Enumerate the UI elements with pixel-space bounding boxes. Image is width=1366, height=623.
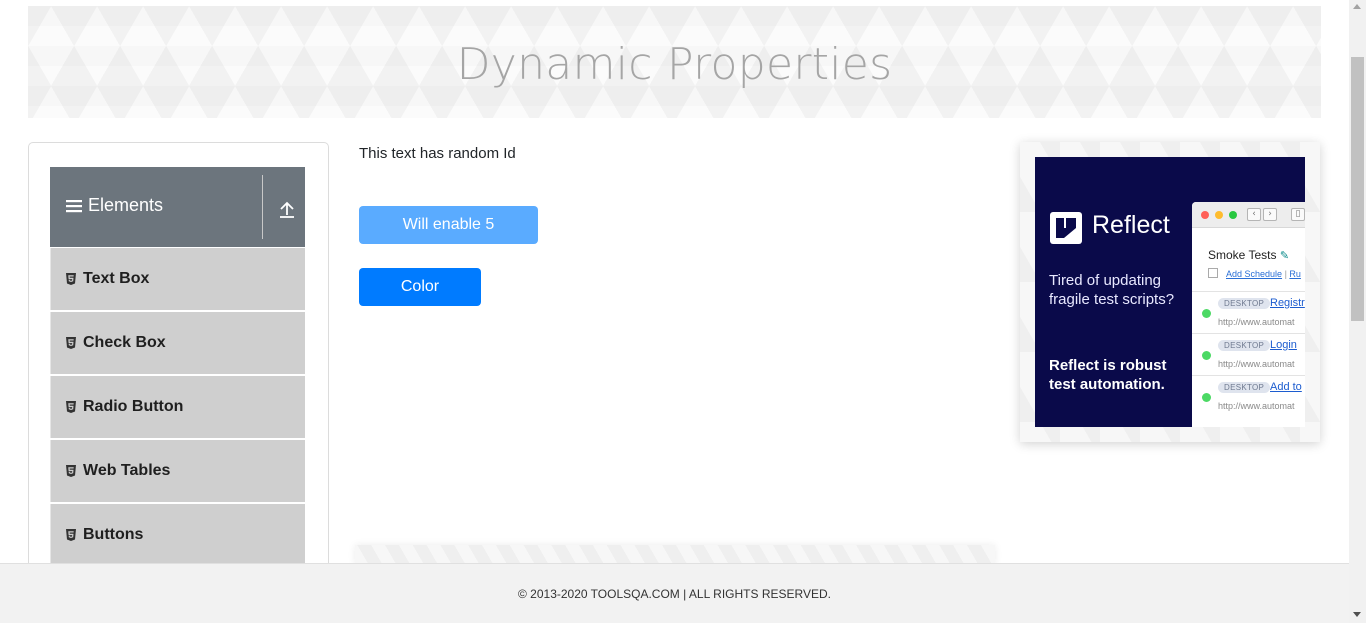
mock-schedule-extra: Ru <box>1289 269 1301 279</box>
mock-window-chrome: ‹ › ▯ <box>1192 202 1305 228</box>
mock-title: Smoke Tests <box>1208 248 1277 262</box>
ad-copy-question: Tired of updating fragile test scripts? <box>1049 272 1175 308</box>
sidebar-item-label: Web Tables <box>83 462 171 479</box>
minimize-dot-icon <box>1215 211 1223 219</box>
mock-test-name: Add to <box>1270 381 1302 393</box>
chevron-left-icon: ‹ <box>1247 208 1261 221</box>
html5-icon <box>66 465 76 477</box>
random-id-text: This text has random Id <box>359 145 516 162</box>
ad-copy-pitch: Reflect is robust test automation. <box>1049 357 1167 393</box>
vertical-scrollbar[interactable] <box>1349 0 1366 623</box>
sidebar-item-web-tables[interactable]: Web Tables <box>50 440 305 502</box>
arrow-up-icon[interactable] <box>276 198 298 220</box>
sidebar-group-elements[interactable]: Elements <box>50 167 305 247</box>
mock-schedule-link: Add Schedule <box>1226 269 1283 279</box>
ad-browser-mockup: ‹ › ▯ Smoke Tests ✎ Add Schedule | Ru DE… <box>1192 202 1305 427</box>
status-dot-icon <box>1202 393 1211 402</box>
scrollbar-thumb[interactable] <box>1351 57 1364 321</box>
mock-test-url: http://www.automat <box>1218 401 1295 411</box>
advertisement[interactable]: Reflect Tired of updating fragile test s… <box>1035 157 1305 427</box>
mock-schedule-row: Add Schedule | Ru <box>1208 268 1301 279</box>
sidebar-item-label: Check Box <box>83 334 166 351</box>
status-dot-icon <box>1202 309 1211 318</box>
calendar-icon <box>1208 268 1218 278</box>
page-banner: Dynamic Properties <box>28 6 1321 118</box>
scroll-down-icon[interactable] <box>1353 612 1361 617</box>
scroll-up-icon[interactable] <box>1353 4 1361 9</box>
group-divider <box>262 175 263 239</box>
reflect-logo <box>1050 212 1082 244</box>
mock-test-row: DESKTOP Registr http://www.automat <box>1192 291 1305 331</box>
enable-after-button[interactable]: Will enable 5 seconds <box>359 206 538 271</box>
page-footer: © 2013-2020 TOOLSQA.COM | ALL RIGHTS RES… <box>0 563 1349 623</box>
group-title-label: Elements <box>88 195 164 215</box>
pencil-icon: ✎ <box>1279 250 1290 262</box>
sidebar-item-text-box[interactable]: Text Box <box>50 248 305 310</box>
hamburger-icon <box>66 199 82 212</box>
mock-test-name: Login <box>1270 339 1297 351</box>
page: Dynamic Properties Elements Text Box Che… <box>0 0 1366 623</box>
bottom-ad-banner[interactable] <box>355 545 995 565</box>
sidebar-item-label: Radio Button <box>83 398 184 415</box>
mock-test-row: DESKTOP Add to http://www.automat <box>1192 375 1305 415</box>
mock-tag: DESKTOP <box>1218 298 1271 309</box>
mock-heading: Smoke Tests ✎ <box>1208 248 1289 262</box>
sidebar-item-label: Buttons <box>83 526 144 543</box>
ad-brand: Reflect <box>1092 211 1170 239</box>
sidebar-item-check-box[interactable]: Check Box <box>50 312 305 374</box>
mock-test-url: http://www.automat <box>1218 317 1295 327</box>
status-dot-icon <box>1202 351 1211 360</box>
mock-tag: DESKTOP <box>1218 340 1271 351</box>
mock-test-name: Registr <box>1270 297 1305 309</box>
reflect-logo-icon <box>1056 218 1076 238</box>
sidebar-item-radio-button[interactable]: Radio Button <box>50 376 305 438</box>
sidebar-toggle-icon: ▯ <box>1291 208 1305 221</box>
html5-icon <box>66 273 76 285</box>
sidebar-menu: Text Box Check Box Radio Button Web Tabl… <box>50 248 305 568</box>
close-dot-icon <box>1201 211 1209 219</box>
chevron-right-icon: › <box>1263 208 1277 221</box>
mock-test-row: DESKTOP Login http://www.automat <box>1192 333 1305 373</box>
color-change-button[interactable]: Color Change <box>359 268 481 333</box>
footer-copyright: © 2013-2020 TOOLSQA.COM | ALL RIGHTS RES… <box>518 586 831 601</box>
mock-test-url: http://www.automat <box>1218 359 1295 369</box>
sidebar-item-buttons[interactable]: Buttons <box>50 504 305 566</box>
html5-icon <box>66 529 76 541</box>
mock-tag: DESKTOP <box>1218 382 1271 393</box>
page-title: Dynamic Properties <box>456 38 893 90</box>
sidebar-item-label: Text Box <box>83 270 150 287</box>
group-title: Elements <box>66 195 163 216</box>
maximize-dot-icon <box>1229 211 1237 219</box>
html5-icon <box>66 337 76 349</box>
html5-icon <box>66 401 76 413</box>
